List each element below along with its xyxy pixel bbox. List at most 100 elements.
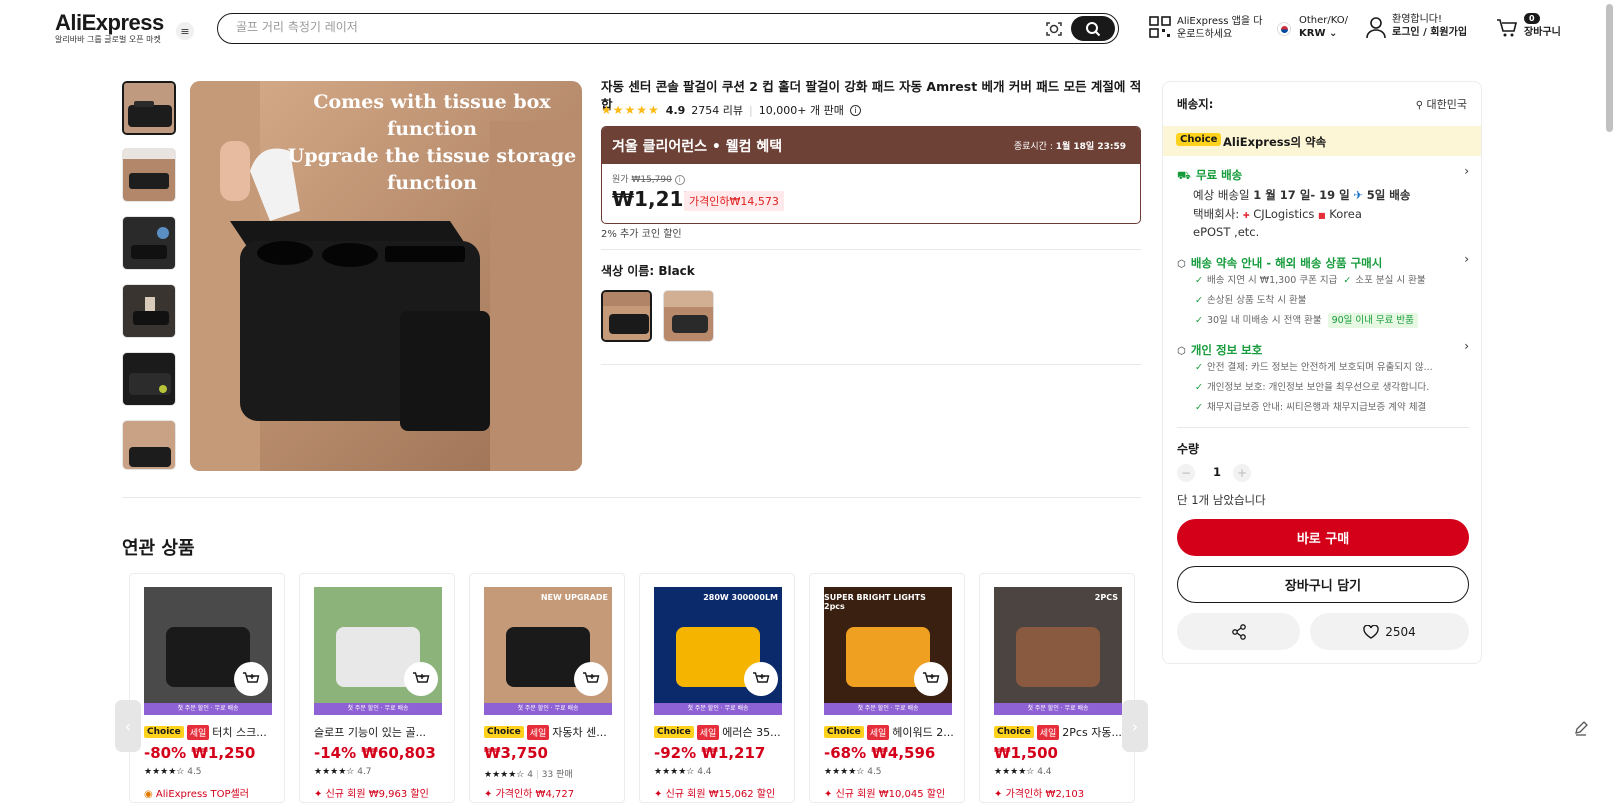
cart-button[interactable]: 0 장바구니 [1496,12,1566,44]
image-overlay-text: 2PCS [1094,593,1118,602]
deal-end-time: 1월 18일 23:59 [1055,142,1126,152]
cart-label: 장바구니 [1524,27,1561,38]
wishlist-button[interactable]: 2504 [1310,613,1469,650]
product-name[interactable]: 슬로프 기능이 있는 골... [314,724,426,740]
related-product-card[interactable]: NEW UPGRADE 첫 주문 할인 · 무료 배송 Choice 세일 자동차 … [469,573,625,803]
carousel-prev-button[interactable]: ‹ [115,700,141,752]
promise-4: 30일 내 미배송 시 전액 환불 [1206,315,1322,326]
add-to-cart-icon[interactable] [234,662,268,696]
app-download[interactable]: AliExpress 앱을 다 운로드하세요 [1149,15,1267,43]
search-button[interactable] [1071,16,1115,41]
coin-discount-text: 2% 추가 코인 할인 [601,229,682,240]
promise-1: 배송 지연 시 ₩1,300 쿠폰 지급 [1206,275,1338,286]
search-input[interactable] [236,20,986,34]
product-name[interactable]: 헤이워드 2... [892,724,953,740]
divider [122,497,1141,498]
color-swatch-alt[interactable] [663,290,714,342]
gallery-thumbnail[interactable] [122,420,176,470]
delivery-promise-section[interactable]: ⬡ 배송 약속 안내 - 해외 배송 상품 구매시 › ✓ 배송 지연 시 ₩1,… [1177,252,1469,331]
search-bar [217,13,1119,44]
first-order-strip: 첫 주문 할인 · 무료 배송 [144,703,272,715]
product-rating: 4.5 [867,767,882,777]
related-product-card[interactable]: 첫 주문 할인 · 무료 배송 Choice 세일 터치 스크... -80% ₩1… [129,573,285,803]
info-icon[interactable]: i [849,104,861,116]
image-search-icon[interactable] [1044,19,1064,39]
product-name[interactable]: 터치 스크... [212,724,266,740]
product-name[interactable]: 에러슨 35... [722,724,780,740]
buy-now-button[interactable]: 바로 구매 [1177,519,1469,556]
review-count[interactable]: 2754 리뷰 [691,102,743,118]
gallery-thumbnail[interactable] [122,216,176,270]
image-caption-line1: Comes with tissue box function [313,91,551,140]
product-name[interactable]: 2Pcs 자동... [1062,724,1122,740]
divider [601,249,1141,250]
scrollbar-thumb[interactable] [1606,4,1613,132]
sold-count: 10,000+ 개 판매 [758,104,844,117]
add-to-cart-icon[interactable] [744,662,778,696]
delivery-dates: 1 월 17 일- 19 일 [1253,188,1350,202]
locale-line1: Other/KO/ [1299,15,1349,26]
choice-badge: Choice [994,726,1034,738]
related-product-card[interactable]: 2PCS 첫 주문 할인 · 무료 배송 Choice 세일 2Pcs 자동... … [979,573,1135,803]
rating-row: ★★★★★ 4.9 2754 리뷰 | 10,000+ 개 판매 i [601,102,861,118]
choice-badge: Choice [654,726,694,738]
gallery-thumbnail[interactable] [122,148,176,202]
truck-icon: ⛟ [1177,169,1191,182]
check-icon: ✓ [1195,362,1203,373]
ship-to-selector[interactable]: ⚲ 대한민국 [1416,96,1467,112]
info-icon[interactable]: i [674,175,685,185]
add-to-cart-icon[interactable] [574,662,608,696]
related-product-card[interactable]: 280W 300000LM 첫 주문 할인 · 무료 배송 Choice 세일 에러… [639,573,795,803]
share-button[interactable] [1177,613,1300,650]
quantity-increase-button[interactable]: + [1233,464,1251,482]
login-signup-link[interactable]: 로그인 / 회원가입 [1392,26,1467,39]
main-product-image[interactable]: Comes with tissue box function Upgrade t… [190,81,582,471]
shield-check-icon: ⬡ [1177,346,1186,357]
quantity-value[interactable]: 1 [1213,465,1221,479]
product-name[interactable]: 자동차 센... [552,724,606,740]
delivery-promise-title: 배송 약속 안내 - 해외 배송 상품 구매시 [1190,256,1383,270]
menu-icon[interactable]: ≡ [176,22,194,40]
promise-2: 소포 분실 시 환불 [1355,275,1426,286]
quantity-decrease-button[interactable]: − [1177,464,1195,482]
image-caption-line2: Upgrade the tissue storage function [287,145,577,194]
privacy-section[interactable]: ⬡ 개인 정보 보호 › ✓ 안전 결제: 카드 정보는 안전하게 보호되며 유출… [1177,339,1469,418]
first-order-strip: 첫 주문 할인 · 무료 배송 [824,703,952,715]
sale-badge: 세일 [866,724,890,740]
account-menu[interactable]: 환영합니다! 로그인 / 회원가입 [1366,13,1476,43]
gallery-thumbnail[interactable] [122,284,176,338]
check-icon: ✓ [1195,295,1203,306]
privacy-1: 안전 결제: 카드 정보는 안전하게 보호되며 유출되지 않... [1206,362,1433,373]
locale-selector[interactable]: Other/KO/ KRW ⌄ [1277,14,1352,42]
carousel-next-button[interactable]: › [1122,700,1148,752]
product-thumbnail[interactable]: 2PCS [994,587,1122,715]
cj-logo-icon: ✚ [1242,211,1250,220]
armrest-thumbnail-image [123,149,175,201]
related-products-title: 연관 상품 [122,538,195,559]
related-product-card[interactable]: 첫 주문 할인 · 무료 배송 슬로프 기능이 있는 골... -14% ₩60… [299,573,455,803]
free-shipping-label: 무료 배송 [1195,168,1243,182]
add-to-cart-button[interactable]: 장바구니 담기 [1177,566,1469,603]
gallery-thumbnail[interactable] [122,352,176,406]
add-to-cart-icon[interactable] [404,662,438,696]
related-product-card[interactable]: SUPER BRIGHT LIGHTS 2pcs 첫 주문 할인 · 무료 배송… [809,573,965,803]
gallery-thumbnail[interactable] [122,81,176,135]
search-icon [1086,21,1101,36]
first-order-strip: 첫 주문 할인 · 무료 배송 [994,703,1122,715]
add-to-cart-icon[interactable] [914,662,948,696]
color-swatch-black[interactable] [601,290,652,342]
product-rating: 4 [527,770,533,780]
privacy-3: 채무지급보증 안내: 씨티은행과 채무지급보증 계약 체결 [1206,402,1427,413]
discount-badge: 가격인하₩14,573 [684,191,784,211]
chevron-right-icon: › [1464,252,1469,266]
color-value: Black [658,264,695,278]
free-shipping-section[interactable]: ⛟ 무료 배송 › 예상 배송일 1 월 17 일- 19 일 ✈ 5일 배송 … [1177,164,1469,241]
product-price: -14% ₩60,803 [314,744,436,762]
sale-badge: 세일 [186,724,210,740]
product-price: ₩3,750 [484,744,548,762]
edit-feedback-icon[interactable] [1573,720,1591,738]
location-pin-icon: ⚲ [1415,100,1424,111]
aliexpress-logo[interactable]: AliExpress [55,10,164,36]
share-icon [1231,623,1246,640]
first-order-strip: 첫 주문 할인 · 무료 배송 [484,703,612,715]
